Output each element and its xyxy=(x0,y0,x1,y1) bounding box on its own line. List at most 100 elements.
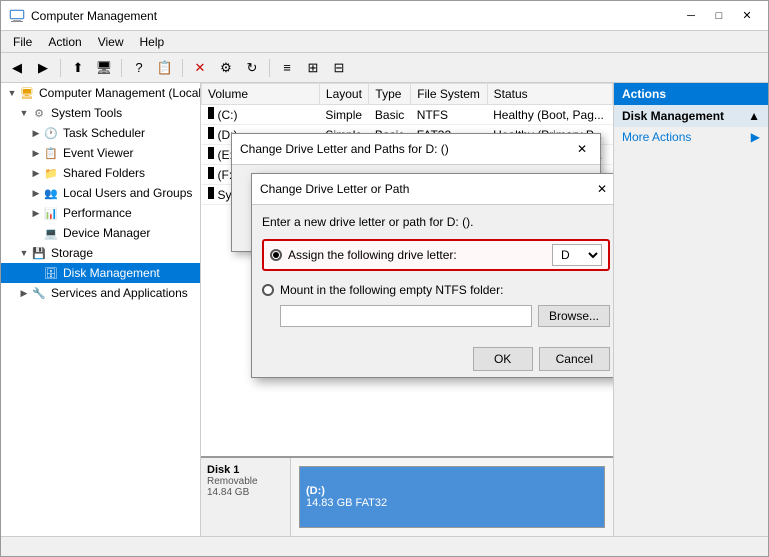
view-toggle-1[interactable]: ≡ xyxy=(275,56,299,80)
tree-device-label: Device Manager xyxy=(63,226,150,240)
section-collapse-icon[interactable]: ▲ xyxy=(748,109,760,123)
dialog-fg-title: Change Drive Letter or Path xyxy=(260,182,409,196)
refresh-button[interactable]: ↻ xyxy=(240,56,264,80)
drive-letter-select[interactable]: D E F G xyxy=(552,244,602,266)
mount-ntfs-option[interactable]: Mount in the following empty NTFS folder… xyxy=(262,279,610,301)
show-hide-button[interactable]: 🖥 xyxy=(92,56,116,80)
tree-users-expand[interactable]: ▶ xyxy=(29,186,43,200)
dialog-change-drive-letter-path: Change Drive Letter or Path ✕ Enter a ne… xyxy=(251,173,613,378)
title-bar: Computer Management ─ □ ✕ xyxy=(1,1,768,31)
computer-icon: 🖥 xyxy=(19,85,35,101)
dialog-bg-title: Change Drive Letter and Paths for D: () xyxy=(240,142,449,156)
tree-event-viewer[interactable]: ▶ 📋 Event Viewer xyxy=(1,143,200,163)
center-panel: Volume Layout Type File System Status (C… xyxy=(201,83,613,536)
tree-system-tools[interactable]: ▼ ⚙ System Tools xyxy=(1,103,200,123)
tree-services[interactable]: ▶ 🔧 Services and Applications xyxy=(1,283,200,303)
storage-icon: 💾 xyxy=(31,245,47,261)
tree-local-users[interactable]: ▶ 👥 Local Users and Groups xyxy=(1,183,200,203)
tree-event-label: Event Viewer xyxy=(63,146,133,160)
gear-icon: ⚙ xyxy=(31,105,47,121)
close-button[interactable]: ✕ xyxy=(734,6,760,26)
dialog-bg-title-bar: Change Drive Letter and Paths for D: () … xyxy=(232,134,600,165)
tree-disk-management[interactable]: 🗄 Disk Management xyxy=(1,263,200,283)
right-panel: Actions Disk Management ▲ More Actions ▶ xyxy=(613,83,768,536)
up-button[interactable]: ⬆ xyxy=(66,56,90,80)
tree-system-expand[interactable]: ▼ xyxy=(17,106,31,120)
tree-storage-label: Storage xyxy=(51,246,93,260)
delete-button[interactable]: ✕ xyxy=(188,56,212,80)
menu-action[interactable]: Action xyxy=(40,33,89,51)
dialog-fg-cancel-button[interactable]: Cancel xyxy=(539,347,610,371)
properties-button[interactable]: ⚙ xyxy=(214,56,238,80)
assign-drive-radio[interactable] xyxy=(270,249,282,261)
export-button[interactable]: 📋 xyxy=(153,56,177,80)
tree-shared-folders[interactable]: ▶ 📁 Shared Folders xyxy=(1,163,200,183)
tree-task-expand[interactable]: ▶ xyxy=(29,126,43,140)
forward-button[interactable]: ▶ xyxy=(31,56,55,80)
dialog-fg-body: Enter a new drive letter or path for D: … xyxy=(252,205,613,341)
mount-ntfs-radio[interactable] xyxy=(262,284,274,296)
app-icon xyxy=(9,8,25,24)
dialog-fg-instruction: Enter a new drive letter or path for D: … xyxy=(262,215,610,229)
tree-root-expand[interactable]: ▼ xyxy=(5,86,19,100)
tree-shared-expand[interactable]: ▶ xyxy=(29,166,43,180)
mount-path-row: Browse... xyxy=(262,301,610,331)
tree-services-expand[interactable]: ▶ xyxy=(17,286,31,300)
clock-icon: 🕐 xyxy=(43,125,59,141)
menu-bar: File Action View Help xyxy=(1,31,768,53)
disk-management-section-header: Disk Management ▲ xyxy=(614,105,768,127)
dialog-overlay: Change Drive Letter and Paths for D: () … xyxy=(201,83,613,536)
tree-shared-label: Shared Folders xyxy=(63,166,145,180)
tree-task-scheduler[interactable]: ▶ 🕐 Task Scheduler xyxy=(1,123,200,143)
status-bar xyxy=(1,536,768,556)
assign-drive-label: Assign the following drive letter: xyxy=(288,248,457,262)
tree-services-label: Services and Applications xyxy=(51,286,188,300)
tree-system-label: System Tools xyxy=(51,106,122,120)
tree-event-expand[interactable]: ▶ xyxy=(29,146,43,160)
toolbar: ◀ ▶ ⬆ 🖥 ? 📋 ✕ ⚙ ↻ ≡ ⊞ ⊟ xyxy=(1,53,768,83)
tree-perf-expand[interactable]: ▶ xyxy=(29,206,43,220)
tree-root[interactable]: ▼ 🖥 Computer Management (Local xyxy=(1,83,200,103)
view-toggle-3[interactable]: ⊟ xyxy=(327,56,351,80)
tree-device-manager[interactable]: 💻 Device Manager xyxy=(1,223,200,243)
menu-file[interactable]: File xyxy=(5,33,40,51)
window-title: Computer Management xyxy=(31,9,157,23)
view-toggle-2[interactable]: ⊞ xyxy=(301,56,325,80)
tree-performance[interactable]: ▶ 📊 Performance xyxy=(1,203,200,223)
disk-management-section-label: Disk Management xyxy=(622,109,724,123)
back-button[interactable]: ◀ xyxy=(5,56,29,80)
menu-help[interactable]: Help xyxy=(132,33,173,51)
tree-storage-expand[interactable]: ▼ xyxy=(17,246,31,260)
tree-users-label: Local Users and Groups xyxy=(63,186,192,200)
menu-view[interactable]: View xyxy=(90,33,132,51)
users-icon: 👥 xyxy=(43,185,59,201)
main-content: ▼ 🖥 Computer Management (Local ▼ ⚙ Syste… xyxy=(1,83,768,536)
actions-header: Actions xyxy=(614,83,768,105)
tree-device-expand xyxy=(29,226,43,240)
tree-task-label: Task Scheduler xyxy=(63,126,145,140)
assign-drive-letter-option[interactable]: Assign the following drive letter: D E F… xyxy=(262,239,610,271)
help-button[interactable]: ? xyxy=(127,56,151,80)
tree-storage[interactable]: ▼ 💾 Storage xyxy=(1,243,200,263)
browse-button[interactable]: Browse... xyxy=(538,305,610,327)
more-actions-arrow: ▶ xyxy=(751,130,760,144)
toolbar-sep-2 xyxy=(121,59,122,77)
mount-ntfs-label: Mount in the following empty NTFS folder… xyxy=(280,283,503,297)
sidebar: ▼ 🖥 Computer Management (Local ▼ ⚙ Syste… xyxy=(1,83,201,536)
dialog-fg-title-bar: Change Drive Letter or Path ✕ xyxy=(252,174,613,205)
maximize-button[interactable]: □ xyxy=(706,6,732,26)
dialog-bg-close-button[interactable]: ✕ xyxy=(572,140,592,158)
tree-root-label: Computer Management (Local xyxy=(39,86,201,100)
dialog-fg-ok-button[interactable]: OK xyxy=(473,347,533,371)
tree-disk-label: Disk Management xyxy=(63,266,160,280)
dialog-fg-close-button[interactable]: ✕ xyxy=(592,180,612,198)
service-icon: 🔧 xyxy=(31,285,47,301)
toolbar-sep-1 xyxy=(60,59,61,77)
toolbar-sep-3 xyxy=(182,59,183,77)
tree-disk-expand xyxy=(29,266,43,280)
mount-path-input[interactable] xyxy=(280,305,532,327)
more-actions-label: More Actions xyxy=(622,130,691,144)
more-actions-button[interactable]: More Actions ▶ xyxy=(614,127,768,147)
minimize-button[interactable]: ─ xyxy=(678,6,704,26)
device-icon: 💻 xyxy=(43,225,59,241)
